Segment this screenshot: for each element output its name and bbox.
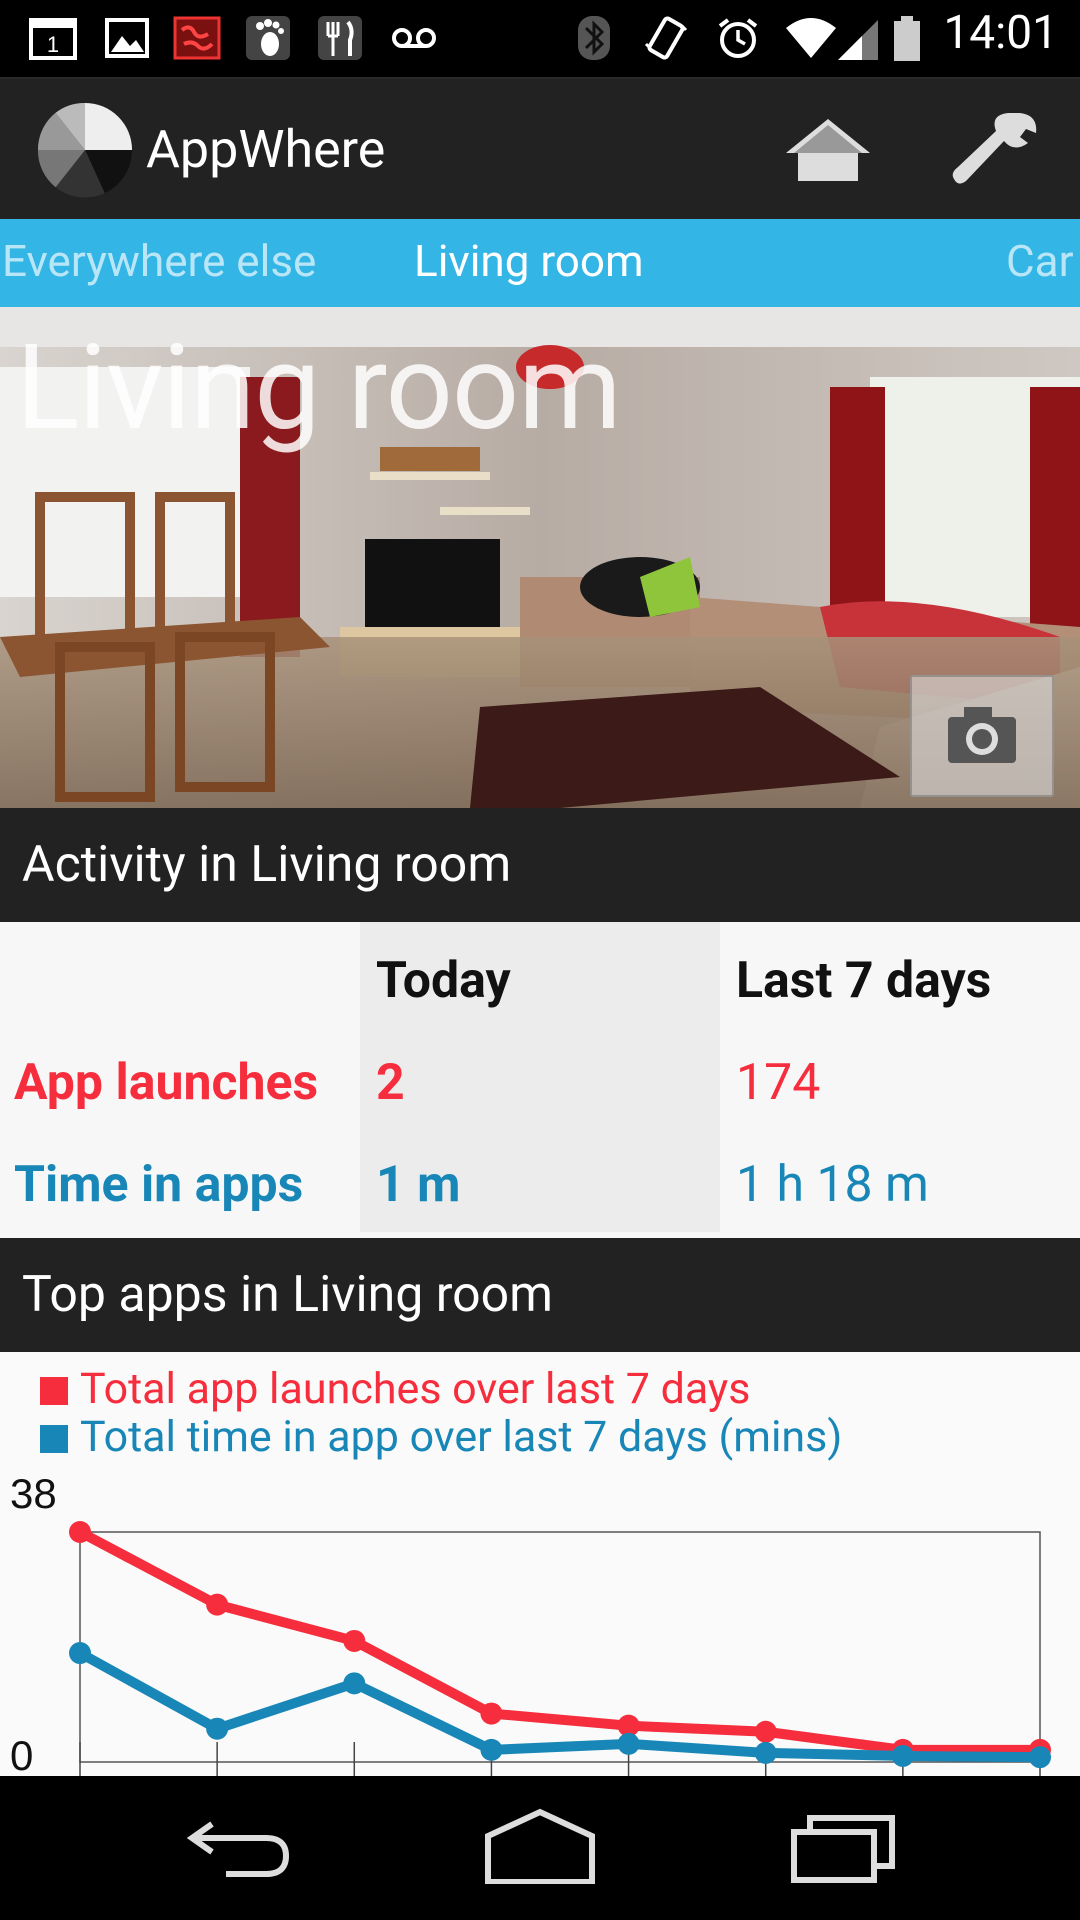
data-point-time [1029, 1746, 1051, 1769]
data-point-time [69, 1642, 91, 1665]
activity-header-title: Activity in Living room [22, 836, 512, 894]
camera-icon [948, 707, 1016, 763]
top-apps-header-title: Top apps in Living room [22, 1266, 554, 1324]
time-in-apps-week: 1 h 18 m [736, 1156, 929, 1214]
data-point-time [617, 1732, 640, 1755]
location-tab-strip: Everywhere else Living room Car [0, 219, 1080, 307]
vibrate-icon [644, 16, 688, 60]
app-launches-today: 2 [376, 1054, 405, 1112]
action-bar: AppWhere [0, 77, 1080, 221]
calendar-icon: 1 [29, 18, 77, 60]
app-logo-icon[interactable] [36, 101, 134, 199]
top-apps-section-header: Top apps in Living room [0, 1238, 1080, 1352]
status-bar: 1 14:01 [0, 0, 1080, 77]
room-title: Living room [16, 319, 622, 457]
app-title: AppWhere [146, 119, 386, 180]
data-point-launches [69, 1521, 91, 1543]
home-icon[interactable] [782, 113, 874, 185]
svg-text:1: 1 [47, 32, 59, 57]
col-header-today: Today [376, 952, 511, 1010]
change-photo-button[interactable] [910, 675, 1054, 797]
image-icon [105, 18, 149, 58]
top-apps-chart: Total app launches over last 7 days Tota… [0, 1352, 1080, 1776]
time-in-apps-today: 1 m [376, 1156, 461, 1214]
bluetooth-icon [578, 16, 610, 60]
data-point-time [206, 1717, 229, 1740]
alarm-icon [718, 18, 758, 58]
app-launches-week: 174 [736, 1054, 821, 1112]
data-point-launches [754, 1720, 777, 1743]
battery-icon [894, 16, 920, 61]
signal-icon [838, 20, 878, 60]
recents-icon[interactable] [790, 1810, 896, 1884]
line-chart: 38 0 [10, 1470, 1051, 1776]
data-point-launches [343, 1629, 366, 1652]
wrench-icon[interactable] [950, 109, 1040, 187]
footprint-icon [246, 16, 290, 60]
series-line-launches [77, 1527, 1040, 1755]
col-header-last-7-days: Last 7 days [736, 952, 992, 1010]
back-icon[interactable] [186, 1816, 292, 1880]
y-tick-label: 0 [10, 1732, 33, 1776]
voicemail-icon [392, 28, 436, 48]
clock: 14:01 [943, 6, 1058, 60]
tab-living-room[interactable]: Living room [414, 235, 644, 287]
activity-section-header: Activity in Living room [0, 808, 1080, 922]
row-label-app-launches: App launches [14, 1054, 319, 1112]
data-point-launches [206, 1593, 229, 1616]
wifi-icon [786, 18, 836, 58]
map-icon [173, 16, 221, 60]
room-photo: Living room [0, 307, 1080, 808]
data-point-time [754, 1741, 777, 1764]
row-label-time-in-apps: Time in apps [14, 1156, 304, 1214]
data-point-time [343, 1672, 366, 1695]
tab-car[interactable]: Car [1006, 235, 1073, 287]
y-tick-label: 38 [10, 1470, 57, 1517]
tab-everywhere-else[interactable]: Everywhere else [2, 235, 316, 287]
activity-stats-table: Today Last 7 days App launches 2 174 Tim… [0, 922, 1080, 1238]
nav-home-icon[interactable] [484, 1808, 596, 1884]
data-point-time [480, 1738, 503, 1761]
data-point-time [891, 1744, 914, 1767]
data-point-launches [480, 1702, 503, 1725]
navigation-bar [0, 1776, 1080, 1920]
restaurant-icon [318, 16, 362, 60]
